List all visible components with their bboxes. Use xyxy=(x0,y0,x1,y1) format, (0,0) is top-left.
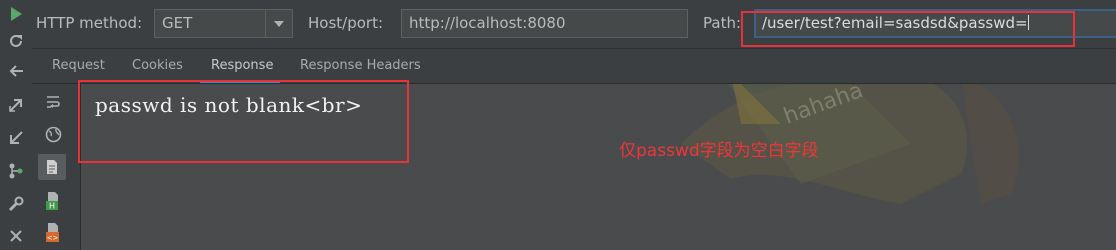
document-icon[interactable] xyxy=(38,154,66,180)
svg-text:H: H xyxy=(49,202,55,211)
back-icon[interactable] xyxy=(6,61,26,81)
tab-request[interactable]: Request xyxy=(52,58,105,73)
tab-response[interactable]: Response xyxy=(211,58,273,73)
html-file-icon[interactable]: H xyxy=(42,190,64,212)
tab-cookies[interactable]: Cookies xyxy=(132,58,183,73)
response-toolbar: H <> xyxy=(32,84,81,250)
path-value: /user/test?email=sasdsd&passwd= xyxy=(762,14,1028,32)
soft-wrap-icon[interactable] xyxy=(42,91,64,113)
host-port-label: Host/port: xyxy=(308,14,384,32)
http-method-select[interactable]: GET xyxy=(154,9,293,38)
path-input[interactable]: /user/test?email=sasdsd&passwd= xyxy=(754,9,1116,38)
collapse-icon[interactable] xyxy=(6,128,26,148)
response-text: passwd is not blank<br> xyxy=(95,93,363,117)
chevron-down-icon[interactable] xyxy=(265,10,292,37)
left-toolbar xyxy=(0,0,33,250)
path-label: Path: xyxy=(703,14,742,32)
xml-file-icon[interactable]: <> xyxy=(42,222,64,244)
wrench-icon[interactable] xyxy=(6,194,26,214)
host-port-input[interactable]: http://localhost:8080 xyxy=(401,9,688,38)
http-method-label: HTTP method: xyxy=(36,14,143,32)
annotation-note: 仅passwd字段为空白字段 xyxy=(619,141,819,161)
http-method-value: GET xyxy=(162,14,193,32)
text-caret xyxy=(1027,15,1029,30)
branch-icon[interactable] xyxy=(6,161,26,181)
close-icon[interactable] xyxy=(6,226,26,246)
expand-icon[interactable] xyxy=(6,95,26,115)
response-body-panel[interactable]: hahaha passwd is not blank<br> 仅passwd字段… xyxy=(81,84,1116,250)
active-tab-indicator xyxy=(200,80,280,83)
host-port-value: http://localhost:8080 xyxy=(409,14,566,32)
refresh-icon[interactable] xyxy=(6,31,26,51)
globe-icon[interactable] xyxy=(42,123,64,145)
svg-text:<>: <> xyxy=(47,234,59,242)
response-tabs: Request Cookies Response Response Header… xyxy=(32,49,1116,84)
tab-response-headers[interactable]: Response Headers xyxy=(300,58,421,73)
run-icon[interactable] xyxy=(6,4,26,24)
